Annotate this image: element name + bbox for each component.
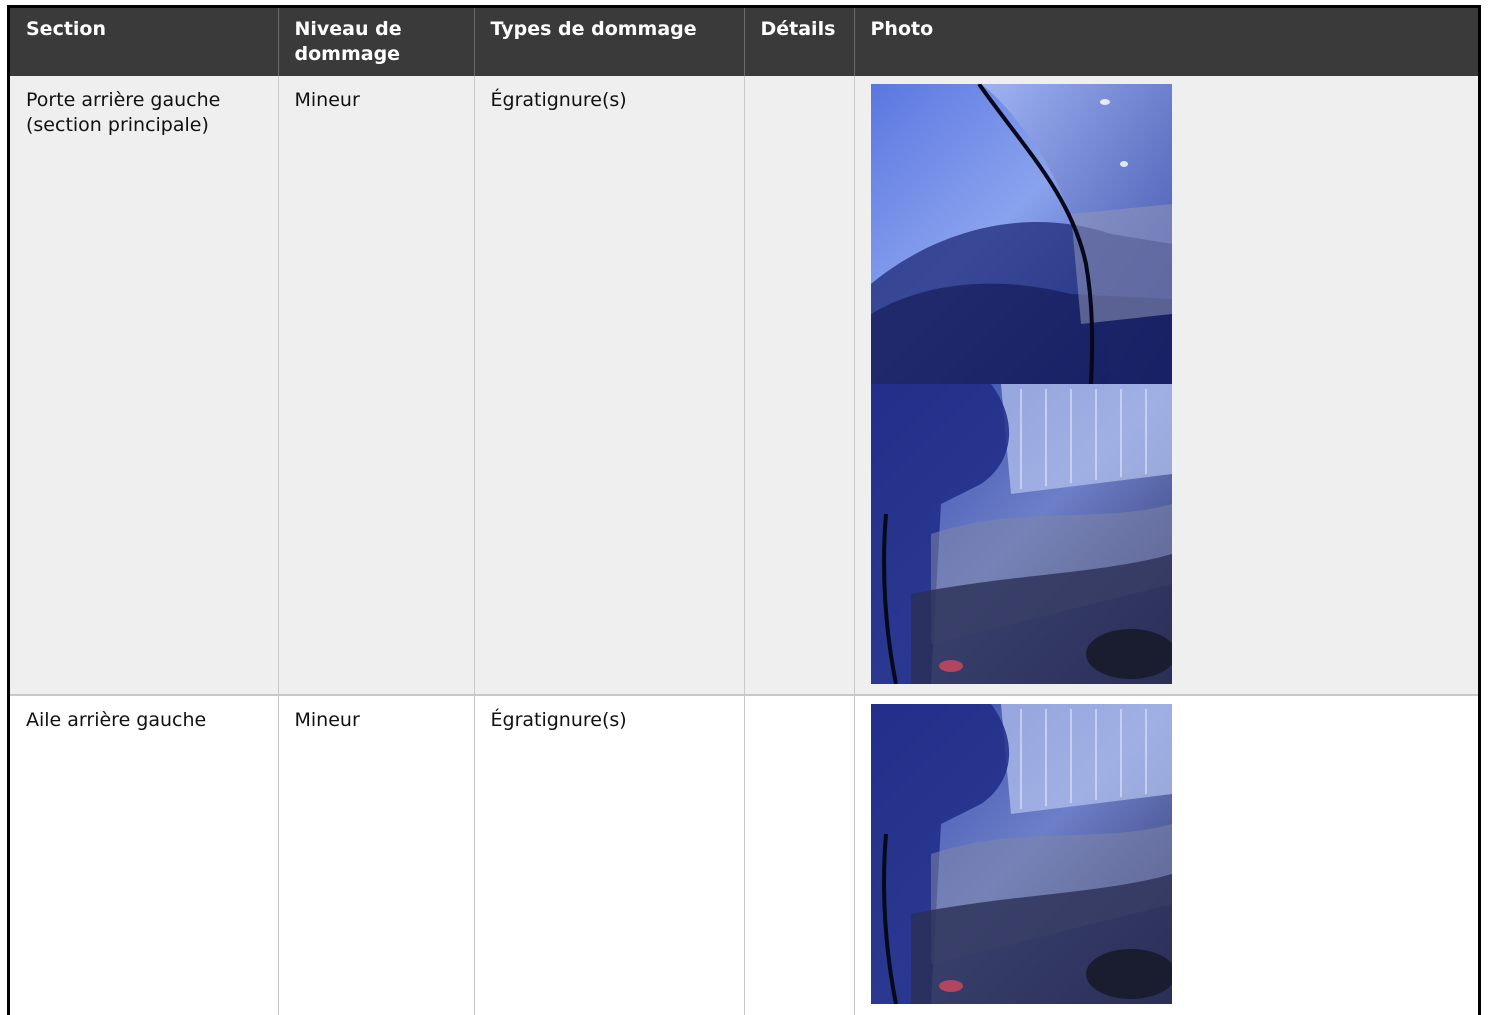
car-rear-panel-photo[interactable] [870,384,1172,684]
header-photo: Photo [854,8,1478,76]
cell-details [744,76,855,696]
table-row: Aile arrière gauche Mineur Égratignure(s… [10,695,1478,1015]
cell-types: Égratignure(s) [474,76,745,696]
cell-niveau: Mineur [278,695,475,1015]
cell-types: Égratignure(s) [474,695,745,1015]
car-rear-panel-photo[interactable] [870,704,1172,1004]
table-header: Section Niveau de dommage Types de domma… [10,8,1478,76]
table-row: Porte arrière gauche (section principale… [10,76,1478,696]
cell-section: Aile arrière gauche [10,695,279,1015]
header-section: Section [10,8,279,76]
damage-report-frame: Section Niveau de dommage Types de domma… [7,5,1481,1015]
cell-photo [854,695,1478,1015]
cell-niveau: Mineur [278,76,475,696]
cell-photo [854,76,1478,696]
cell-section: Porte arrière gauche (section principale… [10,76,279,696]
header-niveau: Niveau de dommage [278,8,475,76]
header-types: Types de dommage [474,8,745,76]
header-details: Détails [744,8,855,76]
damage-table: Section Niveau de dommage Types de domma… [10,8,1478,1015]
cell-details [744,695,855,1015]
car-door-panel-photo[interactable] [870,84,1172,384]
